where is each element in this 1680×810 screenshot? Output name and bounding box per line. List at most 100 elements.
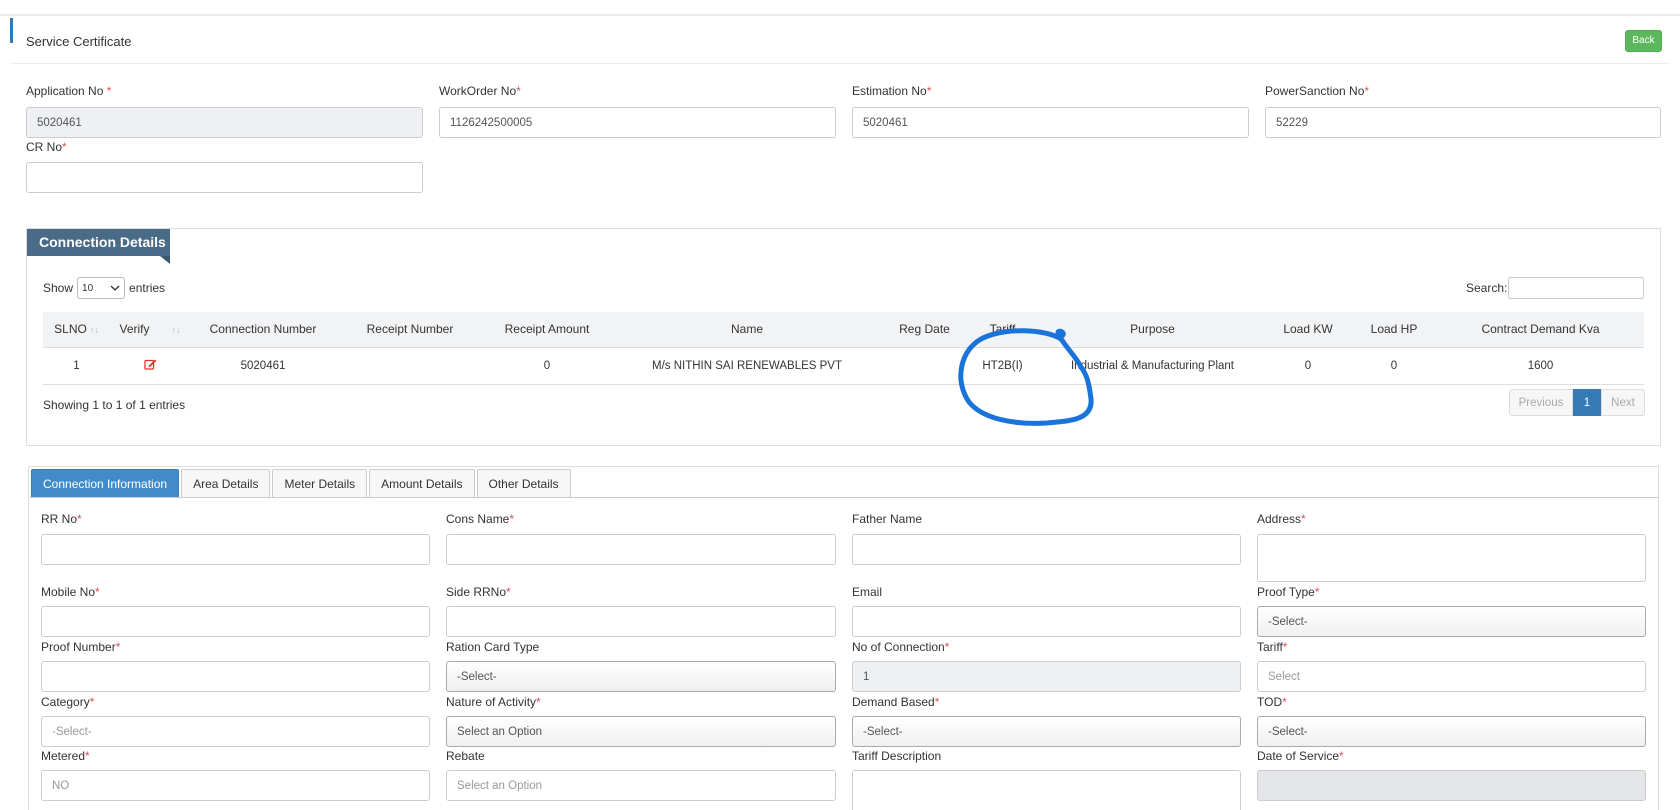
metered-field: Metered*	[41, 749, 90, 765]
proof-type-field: Proof Type*	[1257, 585, 1320, 601]
mobile-no-field: Mobile No*	[41, 585, 100, 601]
cr-no-input[interactable]	[26, 162, 423, 193]
panel-tag-notch	[160, 256, 170, 264]
pager-previous[interactable]: Previous	[1509, 389, 1573, 416]
ration-card-type-select[interactable]: -Select-	[446, 661, 836, 692]
table-info: Showing 1 to 1 of 1 entries	[43, 398, 186, 412]
date-of-service-label: Date of Service	[1257, 749, 1340, 763]
category-field: Category*	[41, 695, 94, 711]
demand-based-select[interactable]: -Select-	[852, 716, 1241, 747]
tab-other-details[interactable]: Other Details	[476, 469, 571, 497]
application-no-label: Application No	[26, 84, 104, 98]
col-connection-number[interactable]: Connection Number	[190, 312, 336, 347]
col-receipt-number[interactable]: Receipt Number	[336, 312, 484, 347]
table-search-input[interactable]	[1508, 277, 1644, 299]
cell-load-hp: 0	[1351, 346, 1437, 385]
cons-name-label: Cons Name	[446, 512, 510, 526]
father-name-input[interactable]	[852, 534, 1241, 565]
cell-load-kw: 0	[1265, 346, 1351, 385]
required-mark: *	[62, 140, 67, 154]
cons-name-input[interactable]	[446, 534, 836, 565]
category-select[interactable]: -Select-	[41, 716, 430, 747]
cell-connection-number: 5020461	[190, 346, 336, 385]
rebate-field: Rebate	[446, 749, 485, 765]
required-mark: *	[1364, 84, 1370, 98]
col-verify[interactable]: Verify ↑↓	[110, 312, 190, 347]
metered-select[interactable]: NO	[41, 770, 430, 801]
pagination: Previous 1 Next	[1509, 389, 1645, 416]
application-no-field: Application No *	[26, 84, 111, 100]
tariff-label: Tariff	[1257, 640, 1283, 654]
tab-connection-information[interactable]: Connection Information	[31, 469, 180, 497]
date-of-service-input[interactable]	[1257, 770, 1646, 801]
col-name[interactable]: Name	[610, 312, 884, 347]
cell-reg-date	[884, 346, 965, 385]
col-contract-demand-kva[interactable]: Contract Demand Kva	[1437, 312, 1644, 347]
edit-icon[interactable]	[143, 358, 157, 370]
annotation-circle	[958, 328, 1094, 426]
required-mark: *	[89, 695, 95, 709]
proof-number-label: Proof Number	[41, 640, 116, 654]
tod-select[interactable]: -Select-	[1257, 716, 1646, 747]
chevron-down-icon	[110, 285, 120, 291]
mobile-no-label: Mobile No	[41, 585, 96, 599]
required-mark: *	[85, 749, 90, 763]
estimation-no-label: Estimation No	[852, 84, 927, 98]
pager-next[interactable]: Next	[1601, 389, 1645, 416]
address-textarea[interactable]	[1257, 534, 1646, 582]
powersanction-no-input[interactable]: 52229	[1265, 107, 1661, 138]
tariff-description-label: Tariff Description	[852, 749, 942, 763]
pager-page-1[interactable]: 1	[1573, 389, 1601, 416]
required-mark: *	[115, 640, 121, 654]
col-reg-date[interactable]: Reg Date	[884, 312, 965, 347]
col-slno[interactable]: SLNO ↑↓	[43, 312, 110, 347]
page-length-value: 10	[82, 282, 94, 294]
back-button[interactable]: Back	[1625, 30, 1662, 52]
required-mark: *	[95, 585, 100, 599]
required-mark: *	[1314, 585, 1320, 599]
workorder-no-input[interactable]: 1126242500005	[439, 107, 836, 138]
email-input[interactable]	[852, 606, 1241, 637]
page-length-select[interactable]: 10	[77, 277, 126, 299]
father-name-label: Father Name	[852, 512, 923, 526]
tariff-select[interactable]: Select	[1257, 661, 1646, 692]
table-row: 1 5020461 0 M/s NITHIN SAI RENEWABLES PV…	[43, 346, 1644, 385]
application-no-input[interactable]: 5020461	[26, 107, 423, 138]
estimation-no-input[interactable]: 5020461	[852, 107, 1249, 138]
workorder-no-label: WorkOrder No	[439, 84, 517, 98]
proof-number-input[interactable]	[41, 661, 430, 692]
mobile-no-input[interactable]	[41, 606, 430, 637]
col-load-hp[interactable]: Load HP	[1351, 312, 1437, 347]
address-label: Address	[1257, 512, 1302, 526]
required-mark: *	[934, 695, 940, 709]
col-receipt-amount[interactable]: Receipt Amount	[484, 312, 610, 347]
required-mark: *	[1282, 695, 1287, 709]
page-header: Service Certificate Back	[10, 18, 1670, 64]
tab-amount-details[interactable]: Amount Details	[369, 469, 475, 497]
cell-receipt-number	[336, 346, 484, 385]
demand-based-field: Demand Based*	[852, 695, 939, 711]
proof-type-select[interactable]: -Select-	[1257, 606, 1646, 637]
header-accent	[10, 18, 13, 43]
tab-area-details[interactable]: Area Details	[181, 469, 271, 497]
sort-icon: ↑↓	[171, 325, 181, 336]
show-label: Show	[43, 281, 74, 295]
tod-label: TOD	[1257, 695, 1283, 709]
entries-label: entries	[129, 281, 166, 295]
nature-of-activity-field: Nature of Activity*	[446, 695, 541, 711]
rebate-label: Rebate	[446, 749, 485, 763]
demand-based-label: Demand Based	[852, 695, 935, 709]
col-load-kw[interactable]: Load KW	[1265, 312, 1351, 347]
side-rrno-input[interactable]	[446, 606, 836, 637]
tariff-description-textarea[interactable]	[852, 770, 1241, 810]
ration-card-type-field: Ration Card Type	[446, 640, 539, 656]
date-of-service-field: Date of Service*	[1257, 749, 1344, 765]
rr-no-input[interactable]	[41, 534, 430, 565]
rebate-select[interactable]: Select an Option	[446, 770, 836, 801]
no-of-connection-label: No of Connection	[852, 640, 945, 654]
address-field: Address*	[1257, 512, 1306, 528]
cell-verify	[110, 346, 190, 385]
no-of-connection-input[interactable]: 1	[852, 661, 1241, 692]
tab-meter-details[interactable]: Meter Details	[272, 469, 368, 497]
nature-of-activity-select[interactable]: Select an Option	[446, 716, 836, 747]
